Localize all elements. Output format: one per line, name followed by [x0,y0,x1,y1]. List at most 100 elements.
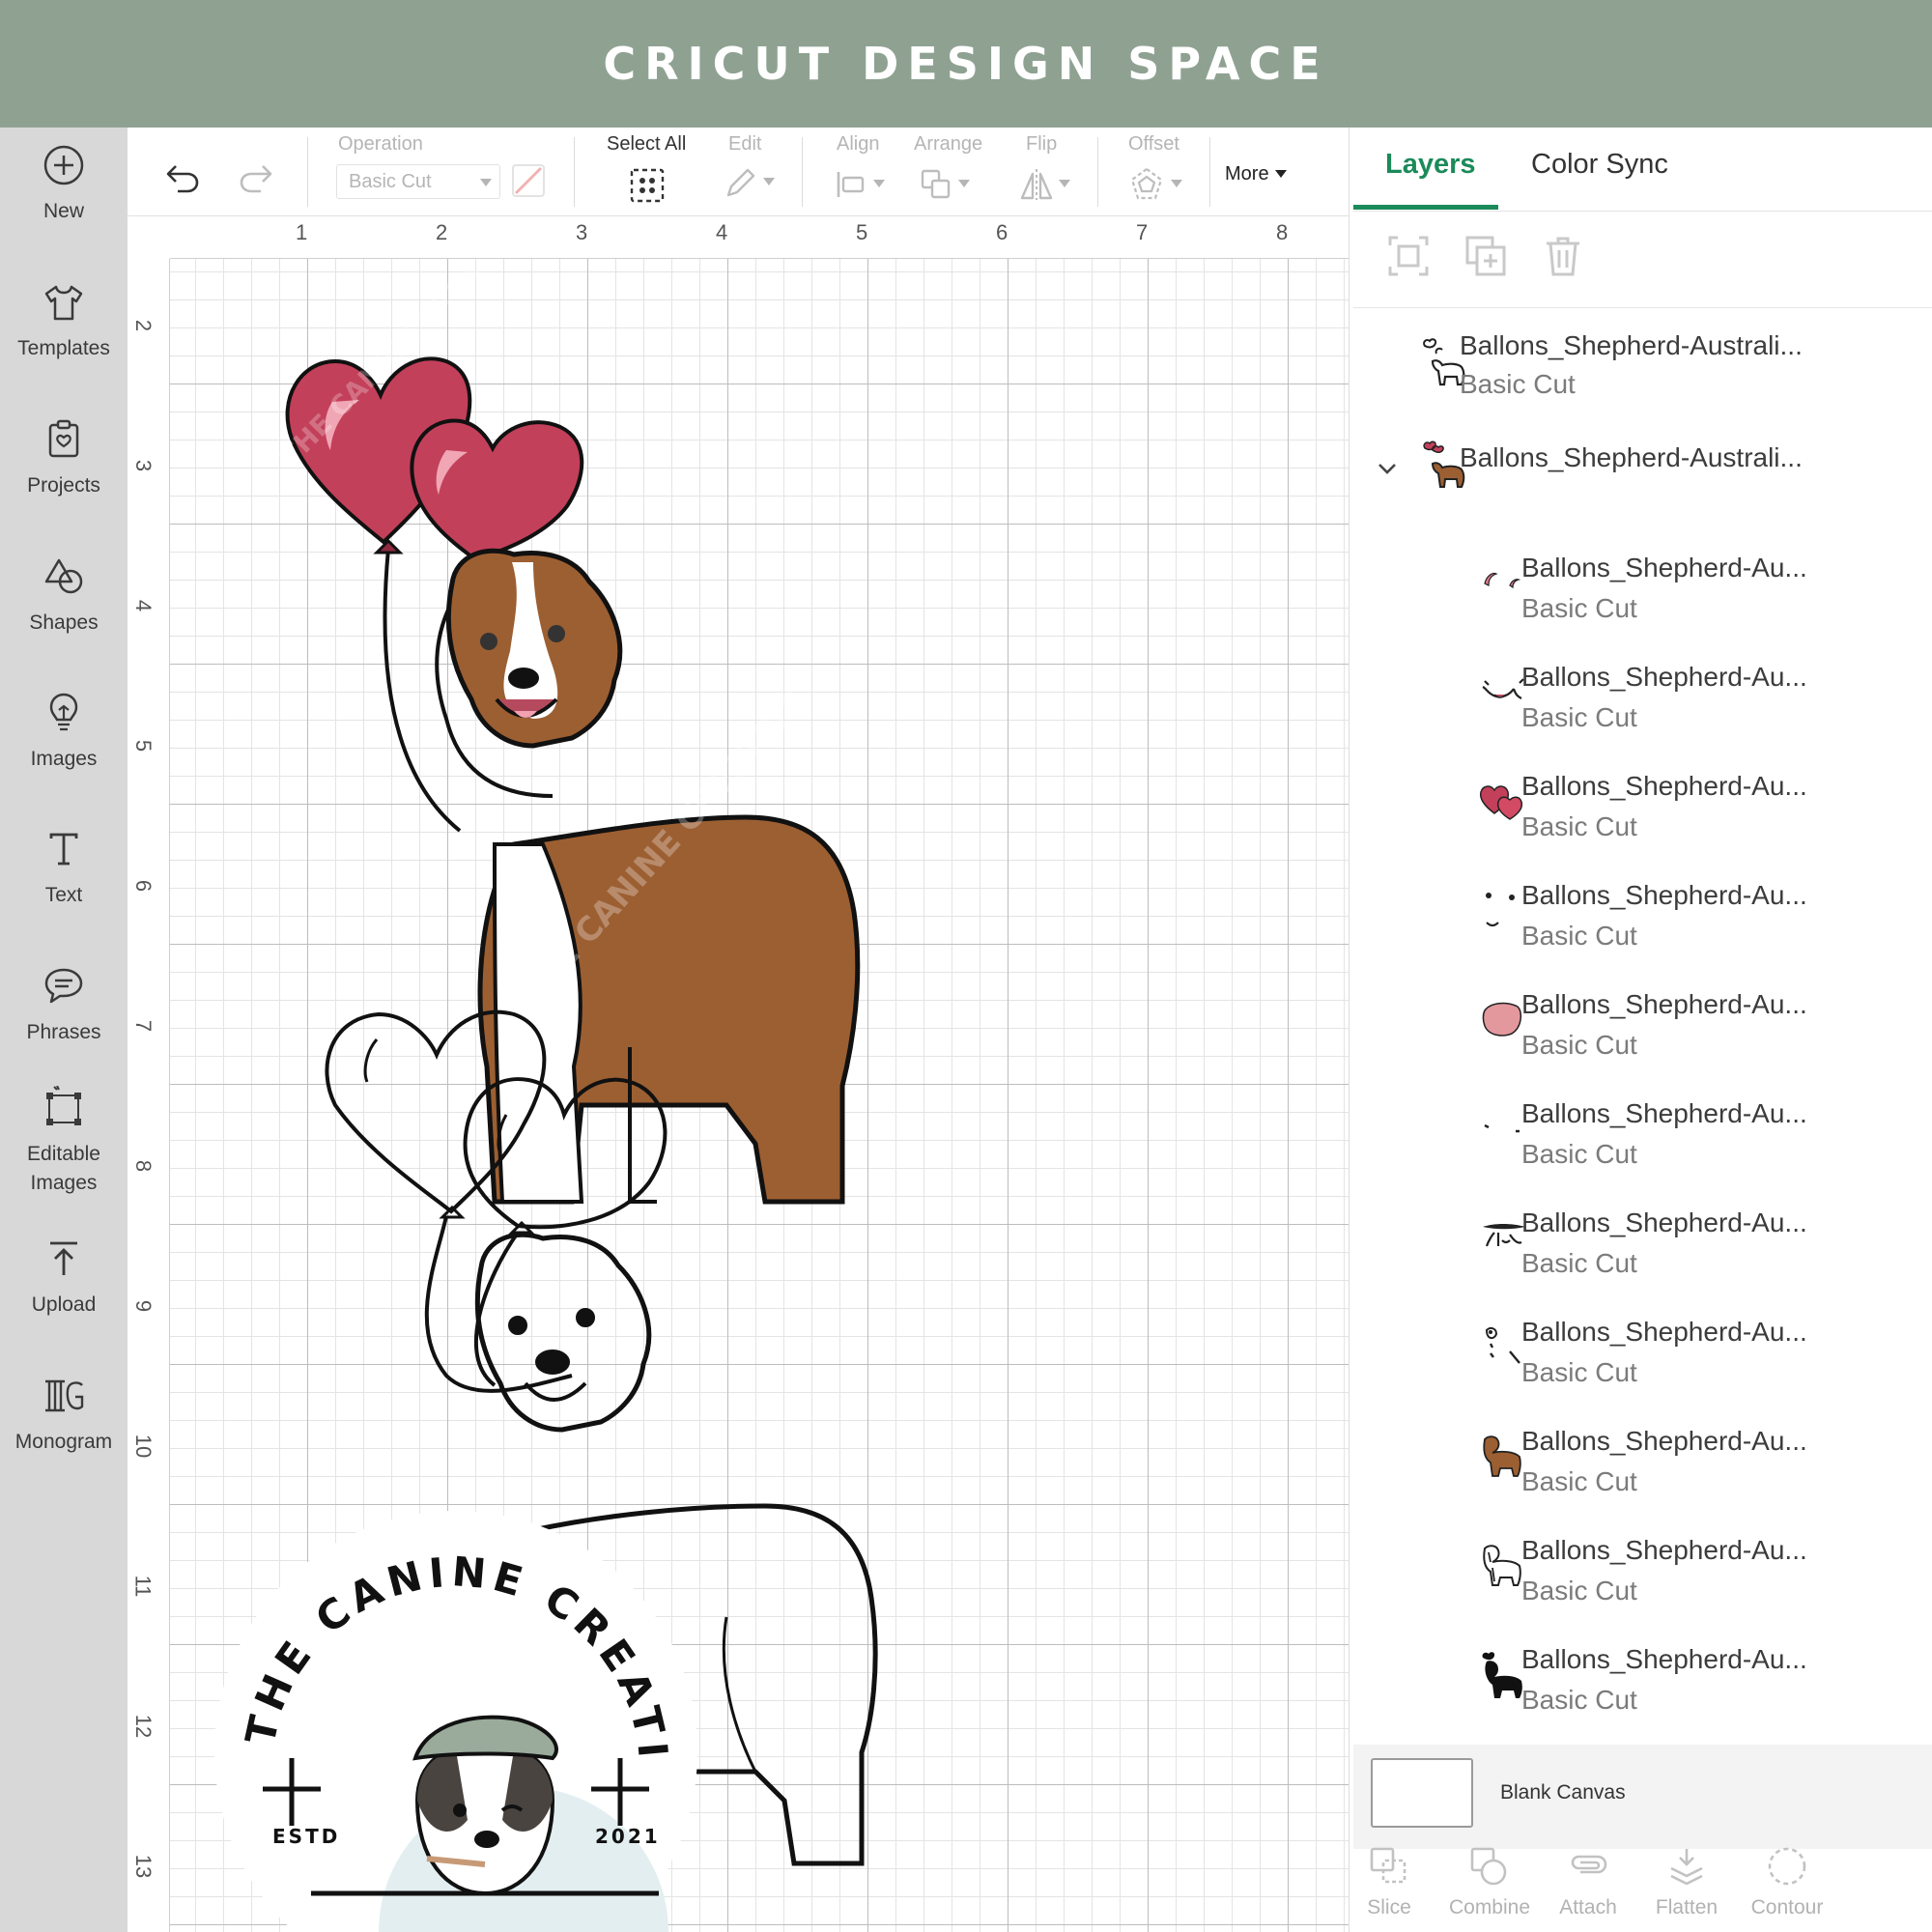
layer-name: Ballons_Shepherd-Au... [1521,553,1807,582]
layer-row[interactable]: Ballons_Shepherd-Au... Basic Cut [1353,1631,1931,1739]
sidebar-item-templates[interactable]: Templates [0,280,128,363]
more-button[interactable]: More [1225,156,1287,191]
logo-estd-text: ESTD [272,1825,340,1848]
sidebar-label-images: Images [30,748,98,770]
duplicate-icon[interactable] [1463,234,1508,278]
flip-icon[interactable] [1018,166,1055,203]
ruler-tick-label: 10 [131,1434,156,1459]
select-all-icon[interactable] [628,166,667,205]
flatten-button[interactable]: Flatten [1634,1845,1740,1919]
ruler-tick-label: 8 [1276,220,1289,244]
layer-operation: Basic Cut [1521,1685,1637,1715]
slice-icon [1370,1847,1406,1884]
contour-label: Contour [1750,1896,1824,1918]
group-icon[interactable] [1386,234,1431,278]
design-canvas[interactable]: THE CANINE CREATIVE THE CANINE CREATIVE [128,216,1349,1932]
ruler-tick-label: 12 [131,1714,156,1739]
sidebar-item-shapes[interactable]: Shapes [0,554,128,638]
slice-label: Slice [1367,1896,1411,1918]
more-label: More [1225,162,1269,185]
layer-row[interactable]: Ballons_Shepherd-Au... Basic Cut [1353,867,1931,975]
undo-icon[interactable] [162,156,205,199]
delete-icon[interactable] [1541,234,1585,278]
sidebar-item-upload[interactable]: Upload [0,1236,128,1320]
layer-operation: Basic Cut [1521,1139,1637,1169]
layer-row[interactable]: Ballons_Shepherd-Au... Basic Cut [1353,648,1931,756]
ruler-tick-label: 3 [131,459,156,472]
ruler-tick-label: 7 [1136,220,1149,244]
blank-canvas-row[interactable]: Blank Canvas [1353,1745,1932,1849]
editable-images-icon [46,1086,81,1125]
sidebar-item-projects[interactable]: Projects [0,417,128,500]
flip-label: Flip [1026,133,1058,155]
layer-row[interactable]: Ballons_Shepherd-Au... Basic Cut [1353,539,1931,647]
operation-select-value: Basic Cut [349,171,432,192]
t-shirt-icon [44,285,83,321]
color-dog-with-balloons[interactable]: THE CANINE CREATIVE THE CANINE CREATIVE [274,216,861,1205]
layer-row[interactable]: Ballons_Shepherd-Au... Basic Cut [1353,1412,1931,1520]
text-icon [49,833,78,866]
slice-button[interactable]: Slice [1336,1845,1442,1919]
layer-operation: Basic Cut [1521,593,1637,623]
layer-row[interactable]: Ballons_Shepherd-Australi... Basic Cut [1353,313,1931,421]
tab-layers[interactable]: Layers [1385,149,1476,181]
chevron-down-icon [958,180,970,187]
layer-name: Ballons_Shepherd-Au... [1521,662,1807,692]
sidebar-label-upload: Upload [31,1293,97,1316]
layer-row[interactable]: Ballons_Shepherd-Au... Basic Cut [1353,976,1931,1084]
sidebar-item-new[interactable]: New [0,143,128,226]
layer-row[interactable]: Ballons_Shepherd-Au... Basic Cut [1353,1194,1931,1302]
layer-name: Ballons_Shepherd-Au... [1521,1208,1807,1237]
select-all-label: Select All [607,133,687,155]
chevron-down-icon [1059,180,1070,187]
projects-icon [48,419,79,458]
combine-button[interactable]: Combine [1436,1845,1543,1919]
sidebar-item-editable-images[interactable]: Editable Images [0,1086,128,1198]
chevron-down-icon [763,178,775,185]
app-banner: CRICUT DESIGN SPACE [0,0,1932,128]
logo-year-text: 2021 [595,1825,661,1848]
layer-row[interactable]: Ballons_Shepherd-Au... Basic Cut [1353,757,1931,866]
flatten-icon [1670,1849,1703,1886]
layer-group-row[interactable]: Ballons_Shepherd-Australi... [1353,421,1931,514]
flatten-label: Flatten [1655,1896,1719,1918]
arrange-icon[interactable] [920,168,952,201]
ruler-tick-label: 9 [131,1299,156,1313]
layer-row[interactable]: Ballons_Shepherd-Au... Basic Cut [1353,1521,1931,1630]
ruler-tick-label: 11 [130,1575,156,1598]
redo-icon[interactable] [234,156,276,199]
layer-operation: Basic Cut [1521,1466,1637,1496]
sidebar-item-text[interactable]: Text [0,827,128,910]
sidebar-item-phrases[interactable]: Phrases [0,964,128,1047]
layer-name: Ballons_Shepherd-Au... [1521,1644,1807,1674]
cut-color-swatch[interactable] [512,164,545,197]
tab-color-sync[interactable]: Color Sync [1531,149,1668,181]
canvas-color-swatch[interactable] [1371,1758,1473,1828]
attach-button[interactable]: Attach [1535,1845,1641,1919]
edit-label: Edit [728,133,762,155]
layer-row[interactable]: Ballons_Shepherd-Au... Basic Cut [1353,1085,1931,1193]
align-icon[interactable] [835,168,867,201]
layer-row[interactable]: Ballons_Shepherd-Au... Basic Cut [1353,1303,1931,1411]
layer-operation: Basic Cut [1521,702,1637,732]
layer-operation: Basic Cut [1521,811,1637,841]
sidebar-item-monogram[interactable]: Monogram [0,1374,128,1457]
sidebar-item-images[interactable]: Images [0,691,128,774]
layer-name: Ballons_Shepherd-Australi... [1460,330,1803,360]
attach-label: Attach [1559,1896,1617,1918]
layer-operation: Basic Cut [1521,1357,1637,1387]
chevron-down-icon[interactable] [1377,458,1398,479]
layer-name: Ballons_Shepherd-Au... [1521,771,1807,801]
attach-icon [1571,1855,1607,1874]
ruler-tick-label: 4 [716,220,728,244]
ruler-tick-label: 4 [131,599,156,612]
offset-icon[interactable] [1128,166,1165,203]
layer-name: Ballons_Shepherd-Au... [1521,1426,1807,1456]
pencil-icon[interactable] [723,166,757,201]
ruler-tick-label: 8 [131,1159,156,1173]
layer-operation: Basic Cut [1460,369,1576,399]
layer-name: Ballons_Shepherd-Australi... [1460,442,1803,472]
sidebar-label-new: New [43,200,84,222]
contour-button[interactable]: Contour [1734,1845,1840,1919]
operation-select[interactable]: Basic Cut [336,164,500,199]
